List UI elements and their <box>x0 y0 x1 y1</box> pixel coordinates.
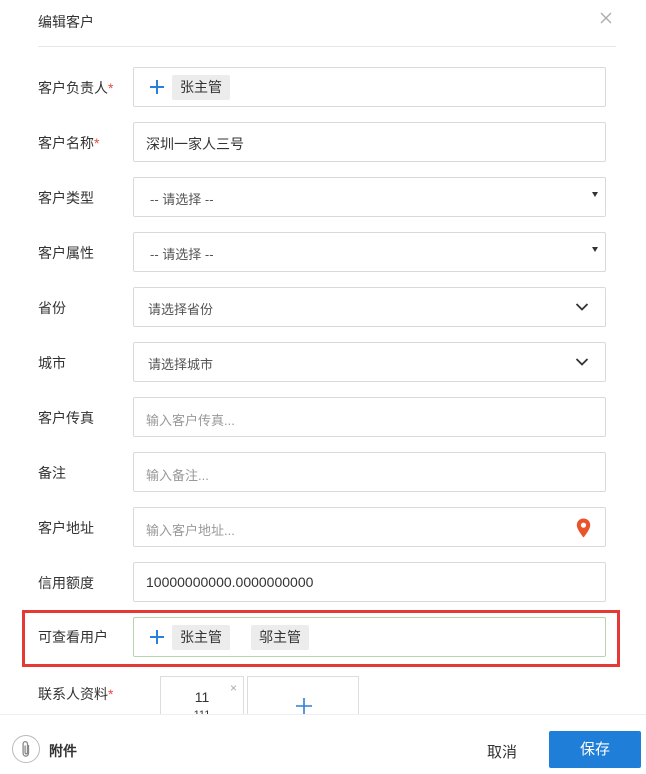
add-owner-button[interactable] <box>148 78 166 96</box>
owner-label: 客户负责人* <box>38 80 114 96</box>
caret-down-icon <box>592 192 598 197</box>
attachment-label[interactable]: 附件 <box>49 741 77 761</box>
attachment-button[interactable] <box>12 735 40 763</box>
province-value: 请选择省份 <box>148 302 214 317</box>
remark-label: 备注 <box>38 465 66 481</box>
fax-label: 客户传真 <box>38 410 94 426</box>
paperclip-icon <box>22 740 30 757</box>
fax-input[interactable]: 输入客户传真... <box>133 397 606 437</box>
caret-down-icon <box>592 247 598 252</box>
province-row: 省份 请选择省份 <box>0 287 646 327</box>
chevron-down-icon <box>575 303 589 311</box>
customer-attribute-row: 客户属性 -- 请选择 -- <box>0 232 646 272</box>
address-placeholder: 输入客户地址... <box>146 523 235 538</box>
address-row: 客户地址 输入客户地址... <box>0 507 646 547</box>
plus-icon <box>150 80 164 94</box>
fax-placeholder: 输入客户传真... <box>146 413 235 428</box>
customer-name-input[interactable]: 深圳一家人三号 <box>133 122 606 162</box>
viewers-label: 可查看用户 <box>38 629 108 645</box>
credit-value: 10000000000.0000000000 <box>146 574 314 590</box>
title-divider <box>38 46 616 47</box>
remark-input[interactable]: 输入备注... <box>133 452 606 492</box>
add-viewer-button[interactable] <box>148 628 166 646</box>
customer-type-row: 客户类型 -- 请选择 -- <box>0 177 646 217</box>
province-label: 省份 <box>38 300 66 316</box>
owner-tag[interactable]: 张主管 <box>172 75 230 100</box>
customer-name-label: 客户名称* <box>38 135 100 151</box>
viewers-row: 可查看用户 张主管 邬主管 <box>0 617 646 657</box>
customer-type-label: 客户类型 <box>38 190 94 206</box>
customer-type-select[interactable]: -- 请选择 -- <box>133 177 606 217</box>
viewer-tag[interactable]: 邬主管 <box>251 625 309 650</box>
credit-input[interactable]: 10000000000.0000000000 <box>133 562 606 602</box>
save-button[interactable]: 保存 <box>549 731 641 768</box>
contacts-label: 联系人资料* <box>38 686 114 702</box>
city-label: 城市 <box>38 355 66 371</box>
viewers-field[interactable]: 张主管 邬主管 <box>133 617 606 657</box>
location-pin-icon[interactable] <box>576 518 591 538</box>
close-icon <box>600 12 612 24</box>
customer-attribute-value: -- 请选择 -- <box>150 247 214 262</box>
customer-type-value: -- 请选择 -- <box>150 192 214 207</box>
viewer-tag[interactable]: 张主管 <box>172 625 230 650</box>
customer-attribute-select[interactable]: -- 请选择 -- <box>133 232 606 272</box>
dialog-title: 编辑客户 <box>38 14 94 30</box>
owner-field[interactable]: 张主管 <box>133 67 606 107</box>
city-row: 城市 请选择城市 <box>0 342 646 382</box>
remark-placeholder: 输入备注... <box>146 468 209 483</box>
plus-icon <box>150 630 164 644</box>
plus-icon <box>296 698 312 714</box>
remark-row: 备注 输入备注... <box>0 452 646 492</box>
address-label: 客户地址 <box>38 520 94 536</box>
customer-name-value: 深圳一家人三号 <box>146 136 244 152</box>
city-select[interactable]: 请选择城市 <box>133 342 606 382</box>
contact-name: 11 <box>194 689 210 705</box>
close-button[interactable] <box>600 12 616 28</box>
cancel-button[interactable]: 取消 <box>487 741 517 762</box>
owner-row: 客户负责人* 张主管 <box>0 67 646 107</box>
customer-attribute-label: 客户属性 <box>38 245 94 261</box>
credit-label: 信用额度 <box>38 575 94 591</box>
chevron-down-icon <box>575 358 589 366</box>
address-input[interactable]: 输入客户地址... <box>133 507 606 547</box>
province-select[interactable]: 请选择省份 <box>133 287 606 327</box>
city-value: 请选择城市 <box>148 357 214 372</box>
credit-row: 信用额度 10000000000.0000000000 <box>0 562 646 602</box>
customer-name-row: 客户名称* 深圳一家人三号 <box>0 122 646 162</box>
dialog-footer: 附件 取消 保存 <box>0 714 646 774</box>
fax-row: 客户传真 输入客户传真... <box>0 397 646 437</box>
